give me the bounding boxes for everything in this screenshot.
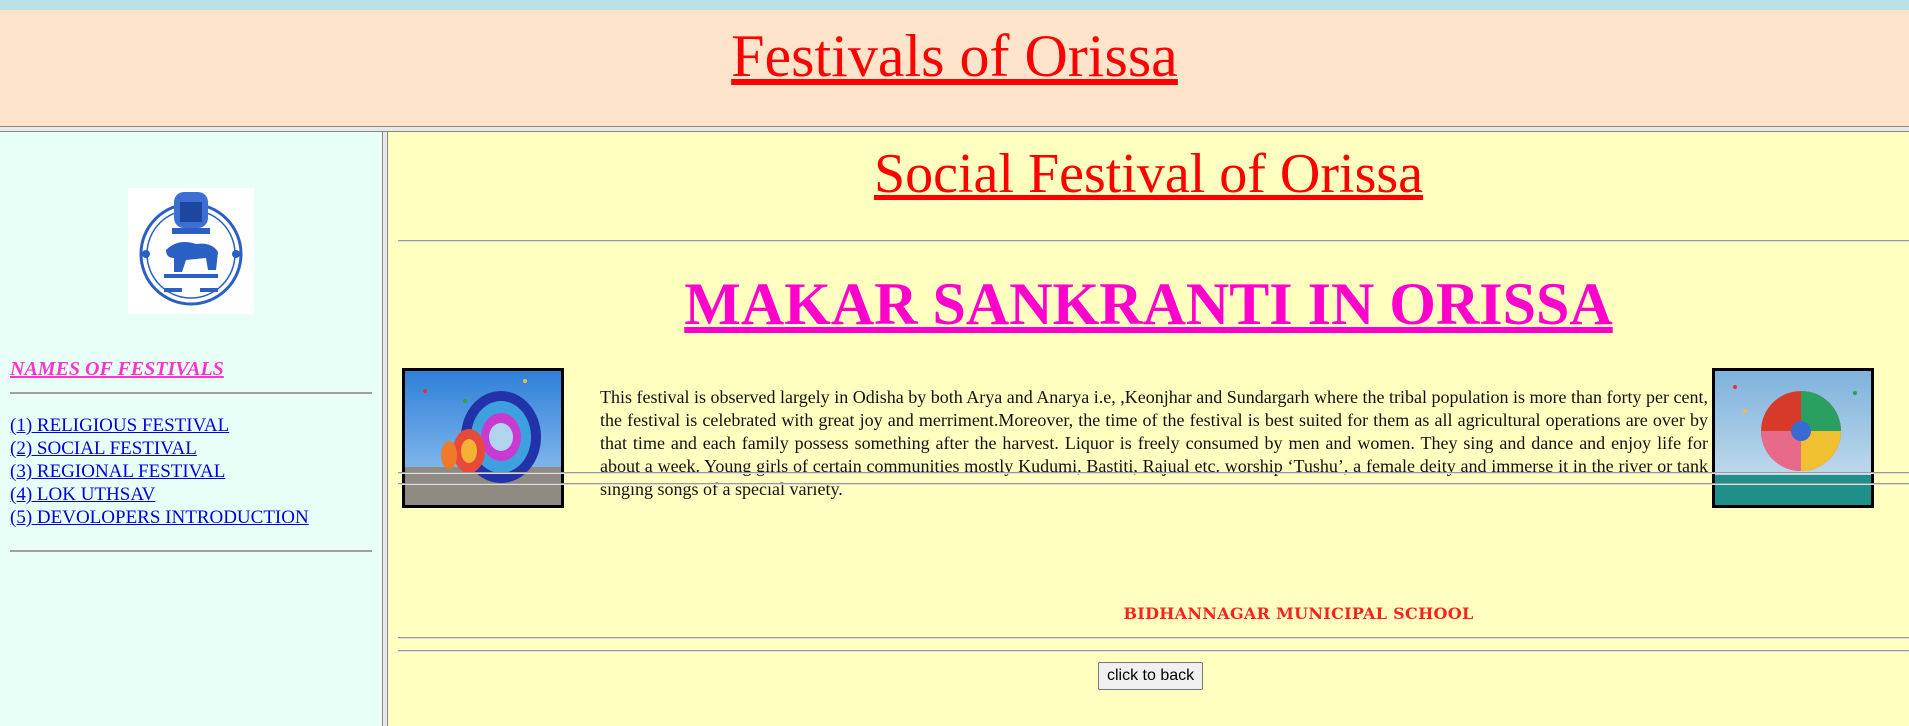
divider [398, 483, 1909, 485]
back-button[interactable]: click to back [1098, 662, 1204, 690]
sidebar-divider [10, 550, 372, 552]
divider [398, 472, 1909, 474]
content-frame: Social Festival of Orissa MAKAR SANKRANT… [388, 132, 1909, 726]
nav-item-lok-uthsav: (4) LOK UTHSAV [10, 483, 309, 506]
sidebar-frame: NAMES OF FESTIVALS (1) RELIGIOUS FESTIVA… [0, 132, 382, 726]
divider [398, 637, 1909, 639]
nav-item-regional: (3) REGIONAL FESTIVAL [10, 460, 309, 483]
nav-item-religious: (1) RELIGIOUS FESTIVAL [10, 414, 309, 437]
nav-link-social[interactable]: (2) SOCIAL FESTIVAL [10, 438, 197, 459]
school-name: BIDHANNAGAR MUNICIPAL SCHOOL [1123, 604, 1474, 623]
header-frame: Festivals of Orissa [0, 10, 1909, 126]
odisha-emblem-icon [128, 188, 254, 314]
page-title: Social Festival of Orissa [873, 143, 1424, 205]
nav-item-developers: (5) DEVOLOPERS INTRODUCTION [10, 506, 309, 529]
site-title: Festivals of Orissa [731, 23, 1178, 89]
nav-link-lok-uthsav[interactable]: (4) LOK UTHSAV [10, 484, 155, 505]
kite-image-left [402, 368, 564, 508]
nav-link-religious[interactable]: (1) RELIGIOUS FESTIVAL [10, 415, 229, 436]
sidebar-divider [10, 392, 372, 394]
divider [398, 240, 1909, 242]
top-strip [0, 0, 1909, 10]
divider [398, 650, 1909, 652]
nav-link-regional[interactable]: (3) REGIONAL FESTIVAL [10, 461, 225, 482]
nav-item-social: (2) SOCIAL FESTIVAL [10, 437, 309, 460]
festival-heading: MAKAR SANKRANTI IN ORISSA [684, 271, 1613, 337]
nav-title[interactable]: NAMES OF FESTIVALS [10, 358, 224, 381]
nav-link-developers[interactable]: (5) DEVOLOPERS INTRODUCTION [10, 507, 309, 528]
festival-nav-list: (1) RELIGIOUS FESTIVAL (2) SOCIAL FESTIV… [10, 414, 309, 529]
kite-image-right [1712, 368, 1874, 508]
